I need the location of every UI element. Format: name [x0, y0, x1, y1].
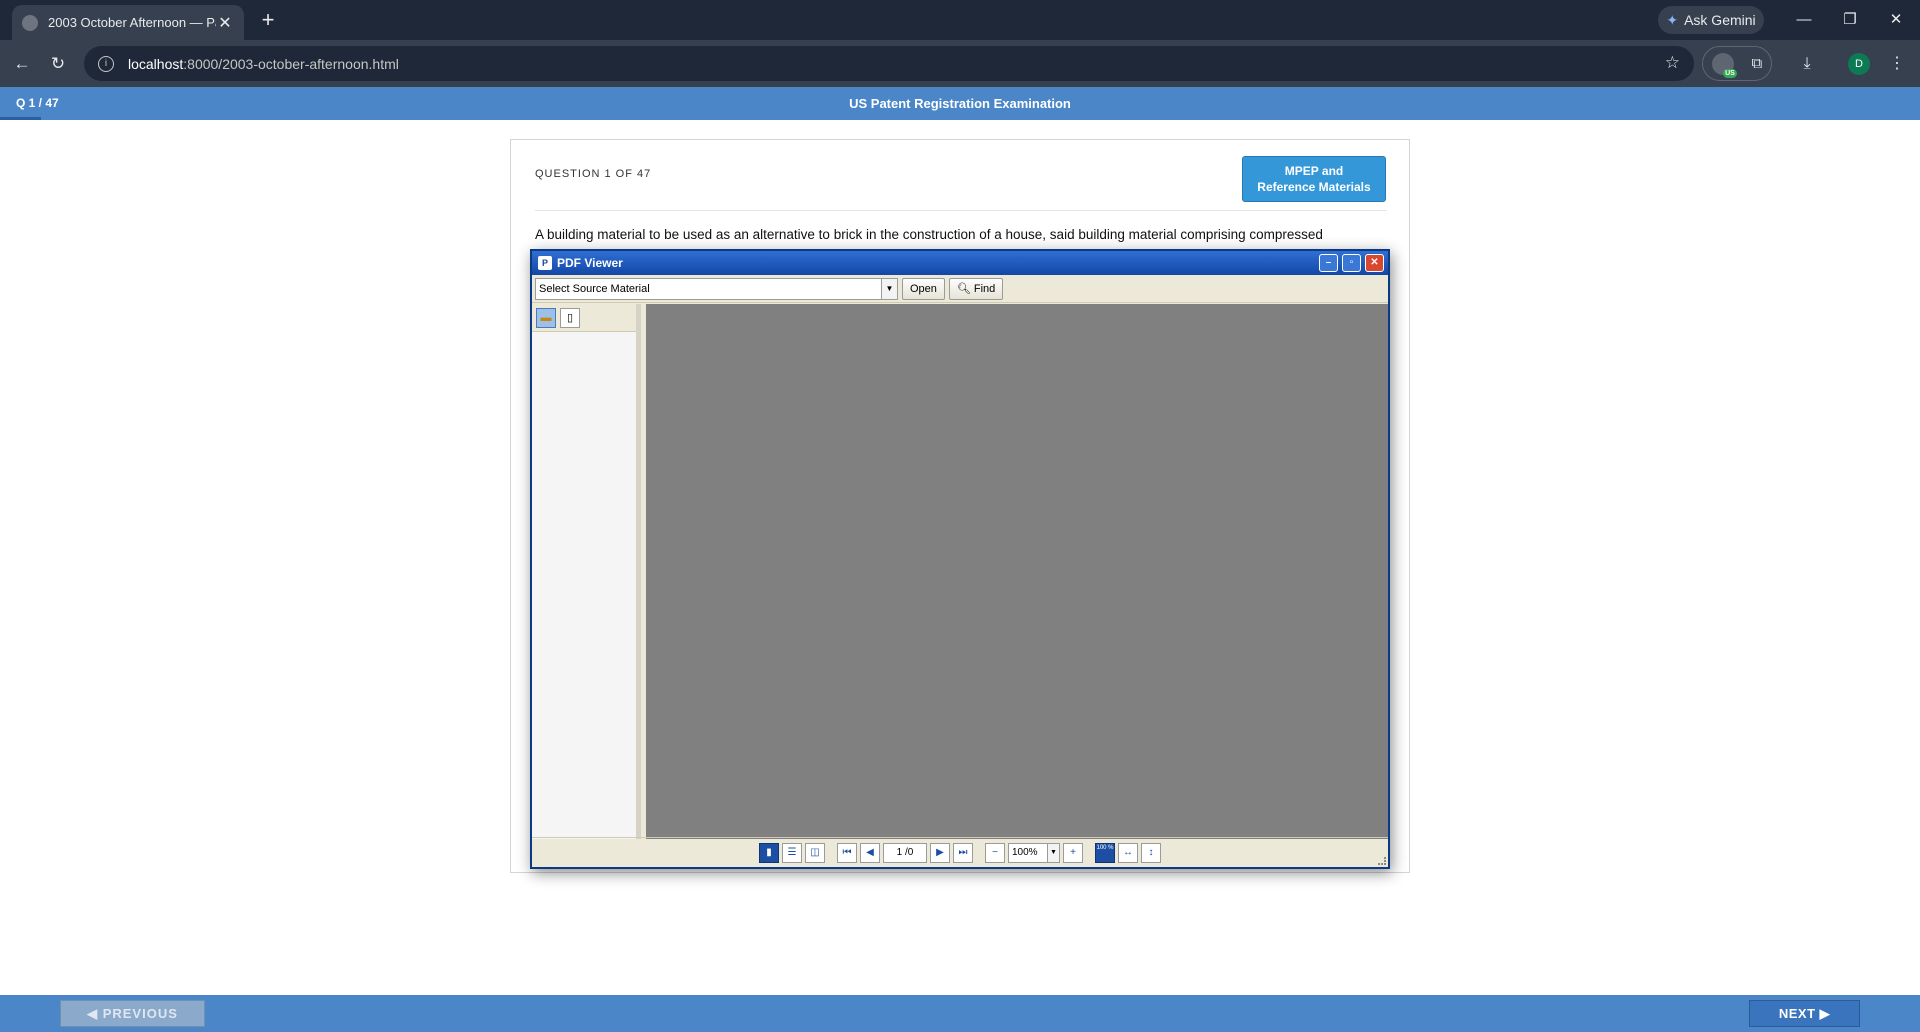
url-path: :8000/2003-october-afternoon.html — [183, 56, 399, 72]
zoom-level-input[interactable]: 100% — [1008, 843, 1048, 863]
find-button[interactable]: 🔍︎ Find — [949, 278, 1003, 300]
question-text: A building material to be used as an alt… — [535, 227, 1395, 242]
zoom-dropdown-icon[interactable]: ▼ — [1048, 843, 1060, 863]
profile-avatar[interactable]: D — [1848, 53, 1870, 75]
pdf-sidebar: ▬ ▯ — [532, 304, 641, 839]
pdf-bottom-toolbar: ▮ ☰ ◫ ⏮ ◀ 1 /0 ▶ ⏭ − 100% ▼ + 100 % ↔ ↕ — [532, 837, 1388, 867]
pdf-maximize-icon[interactable]: ▫ — [1342, 254, 1361, 272]
source-material-select[interactable]: Select Source Material ▼ — [535, 278, 898, 300]
pdf-document-area[interactable] — [646, 304, 1388, 839]
tab-title: 2003 October Afternoon — Pat — [48, 15, 216, 30]
previous-page-icon[interactable]: ◀ — [860, 843, 880, 863]
minimize-icon[interactable]: — — [1784, 6, 1824, 34]
two-page-view-icon[interactable]: ◫ — [805, 843, 825, 863]
site-info-icon[interactable]: i — [98, 56, 114, 72]
divider — [535, 210, 1387, 211]
browser-toolbar: ← ↻ i localhost:8000/2003-october-aftern… — [0, 40, 1920, 87]
url-host: localhost — [128, 56, 183, 72]
reload-icon[interactable]: ↻ — [45, 51, 71, 77]
pdf-body: ▬ ▯ — [532, 304, 1388, 839]
first-page-icon[interactable]: ⏮ — [837, 843, 857, 863]
bookmark-star-icon[interactable]: ☆ — [1665, 53, 1680, 73]
browser-tab-bar: 2003 October Afternoon — Pat ✕ + ✦ Ask G… — [0, 0, 1920, 40]
ask-gemini-label: Ask Gemini — [1684, 12, 1756, 28]
pdf-close-icon[interactable]: ✕ — [1365, 254, 1384, 272]
pdf-minimize-icon[interactable]: – — [1319, 254, 1338, 272]
window-close-icon[interactable]: ✕ — [1876, 6, 1916, 34]
source-material-value: Select Source Material — [539, 283, 650, 295]
gemini-sparkle-icon: ✦ — [1666, 12, 1678, 29]
continuous-view-icon[interactable]: ☰ — [782, 843, 802, 863]
kebab-menu-icon[interactable]: ⋮ — [1884, 51, 1910, 77]
mpep-label-line1: MPEP and — [1243, 163, 1385, 179]
extension-badge: US — [1723, 69, 1737, 78]
single-page-view-icon[interactable]: ▮ — [759, 843, 779, 863]
zoom-in-icon[interactable]: + — [1063, 843, 1083, 863]
extensions-group: US ⧉ — [1702, 46, 1772, 81]
tab-close-icon[interactable]: ✕ — [216, 13, 234, 33]
thumbnails-page-icon[interactable]: ▯ — [560, 308, 580, 328]
browser-tab[interactable]: 2003 October Afternoon — Pat ✕ — [12, 5, 244, 40]
pdf-titlebar[interactable]: P PDF Viewer – ▫ ✕ — [532, 251, 1388, 275]
question-label: QUESTION 1 OF 47 — [535, 168, 651, 180]
open-label: Open — [910, 283, 937, 295]
pdf-toolbar: Select Source Material ▼ Open 🔍︎ Find — [532, 275, 1388, 303]
previous-button[interactable]: ◀ PREVIOUS — [60, 1000, 205, 1027]
progress-bar — [0, 117, 41, 120]
page-number-input[interactable]: 1 /0 — [883, 843, 927, 863]
last-page-icon[interactable]: ⏭ — [953, 843, 973, 863]
fit-width-icon[interactable]: ↔ — [1118, 843, 1138, 863]
open-button[interactable]: Open — [902, 278, 945, 300]
next-page-icon[interactable]: ▶ — [930, 843, 950, 863]
exam-title: US Patent Registration Examination — [0, 96, 1920, 111]
pdf-viewer-window: P PDF Viewer – ▫ ✕ Select Source Materia… — [530, 249, 1390, 869]
dropdown-arrow-icon[interactable]: ▼ — [881, 279, 897, 299]
address-bar[interactable]: i localhost:8000/2003-october-afternoon.… — [84, 46, 1694, 81]
extension-us-icon[interactable]: US — [1712, 53, 1734, 75]
magnifier-icon: 🔍︎ — [957, 282, 971, 295]
restore-icon[interactable]: ❐ — [1830, 6, 1870, 34]
bookmarks-folder-icon[interactable]: ▬ — [536, 308, 556, 328]
mpep-reference-button[interactable]: MPEP and Reference Materials — [1242, 156, 1386, 202]
sidebar-tabs: ▬ ▯ — [532, 304, 636, 332]
fit-height-icon[interactable]: ↕ — [1141, 843, 1161, 863]
extensions-puzzle-icon[interactable]: ⧉ — [1751, 55, 1762, 72]
resize-grip-icon[interactable] — [1378, 857, 1386, 865]
exam-footer: ◀ PREVIOUS NEXT ▶ — [0, 995, 1920, 1032]
actual-size-icon[interactable]: 100 % — [1095, 843, 1115, 863]
download-icon[interactable]: ⤓ — [1794, 51, 1820, 77]
zoom-out-icon[interactable]: − — [985, 843, 1005, 863]
pdf-title: PDF Viewer — [557, 256, 623, 270]
back-arrow-icon[interactable]: ← — [9, 51, 35, 77]
new-tab-icon[interactable]: + — [255, 7, 281, 33]
ask-gemini-button[interactable]: ✦ Ask Gemini — [1658, 6, 1764, 34]
mpep-label-line2: Reference Materials — [1243, 179, 1385, 195]
exam-header: Q 1 / 47 US Patent Registration Examinat… — [0, 87, 1920, 120]
find-label: Find — [974, 283, 995, 295]
pdf-app-icon: P — [538, 256, 552, 270]
tab-favicon-icon — [22, 15, 38, 31]
next-button[interactable]: NEXT ▶ — [1749, 1000, 1860, 1027]
